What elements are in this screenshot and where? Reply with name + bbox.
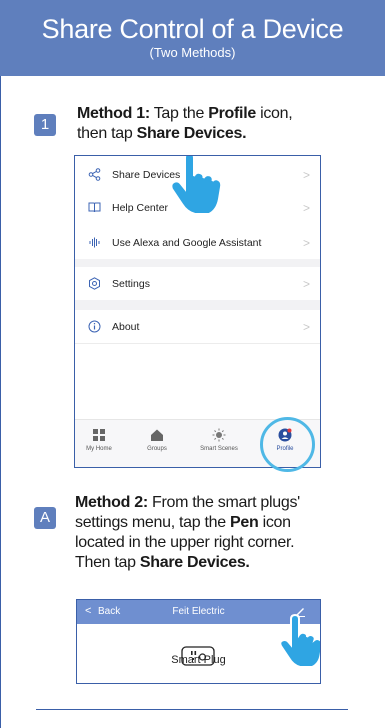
tab-label: Groups	[147, 446, 167, 452]
tab-label: Smart Scenes	[200, 446, 238, 452]
method-1-text: Tap the	[149, 105, 209, 122]
method-2-lead: Method 2:	[75, 494, 148, 511]
menu-item-settings[interactable]: Settings >	[75, 267, 320, 300]
chevron-right-icon: >	[302, 235, 310, 250]
info-icon	[87, 320, 101, 334]
menu-item-label: Help Center	[112, 201, 169, 214]
sun-icon	[212, 428, 226, 442]
voice-wave-icon	[87, 236, 101, 250]
menu-item-label: About	[112, 320, 140, 333]
pen-term: Pen	[229, 514, 259, 531]
menu-item-about[interactable]: About >	[75, 310, 320, 343]
menu-item-alexa-google[interactable]: Use Alexa and Google Assistant >	[75, 226, 320, 259]
menu-item-label: Use Alexa and Google Assistant	[112, 236, 262, 249]
tap-hand-icon	[279, 614, 320, 668]
menu-divider	[75, 343, 320, 344]
profile-term: Profile	[208, 105, 256, 122]
chevron-right-icon: >	[302, 167, 310, 182]
method-2-text: icon	[258, 514, 291, 531]
method-2-text: Then tap	[75, 554, 140, 571]
tab-smart-scenes[interactable]: Smart Scenes	[189, 428, 249, 452]
menu-divider	[75, 300, 320, 310]
share-devices-term: Share Devices.	[139, 554, 250, 571]
settings-icon	[87, 277, 101, 291]
tab-my-home[interactable]: My Home	[75, 428, 129, 452]
share-icon	[87, 168, 101, 182]
method-2-text: located in the upper right corner.	[75, 534, 295, 551]
bottom-rule	[36, 709, 348, 710]
menu-divider	[75, 259, 320, 267]
method-1-lead: Method 1:	[77, 105, 150, 122]
share-devices-term: Share Devices.	[136, 125, 247, 142]
method-2-text: settings menu, tap the	[75, 514, 230, 531]
house-icon	[151, 429, 163, 441]
tab-label: My Home	[86, 446, 112, 452]
profile-highlight-ring	[260, 417, 315, 472]
tap-hand-icon	[170, 156, 223, 215]
tab-groups[interactable]: Groups	[127, 428, 187, 452]
book-icon	[87, 201, 101, 215]
step-1-badge: 1	[34, 114, 56, 136]
page-title: Share Control of a Device	[41, 14, 344, 44]
device-settings-screen: < Back Feit Electric Smart Plug	[76, 599, 321, 684]
grid-icon	[93, 429, 105, 441]
method-2-instructions: Method 2: From the smart plugs' settings…	[75, 493, 375, 573]
chevron-right-icon: >	[302, 200, 310, 215]
page-subtitle: (Two Methods)	[149, 45, 236, 60]
step-a-badge: A	[34, 507, 56, 529]
chevron-right-icon: >	[302, 319, 310, 334]
method-2-text: From the smart plugs'	[147, 494, 300, 511]
method-1-instructions: Method 1: Tap the Profile icon, then tap…	[77, 104, 367, 144]
menu-item-label: Settings	[112, 277, 150, 290]
method-1-text: then tap	[77, 125, 137, 142]
chevron-right-icon: >	[302, 276, 310, 291]
method-1-text: icon,	[255, 105, 293, 122]
header-banner: Share Control of a Device (Two Methods)	[0, 0, 385, 76]
